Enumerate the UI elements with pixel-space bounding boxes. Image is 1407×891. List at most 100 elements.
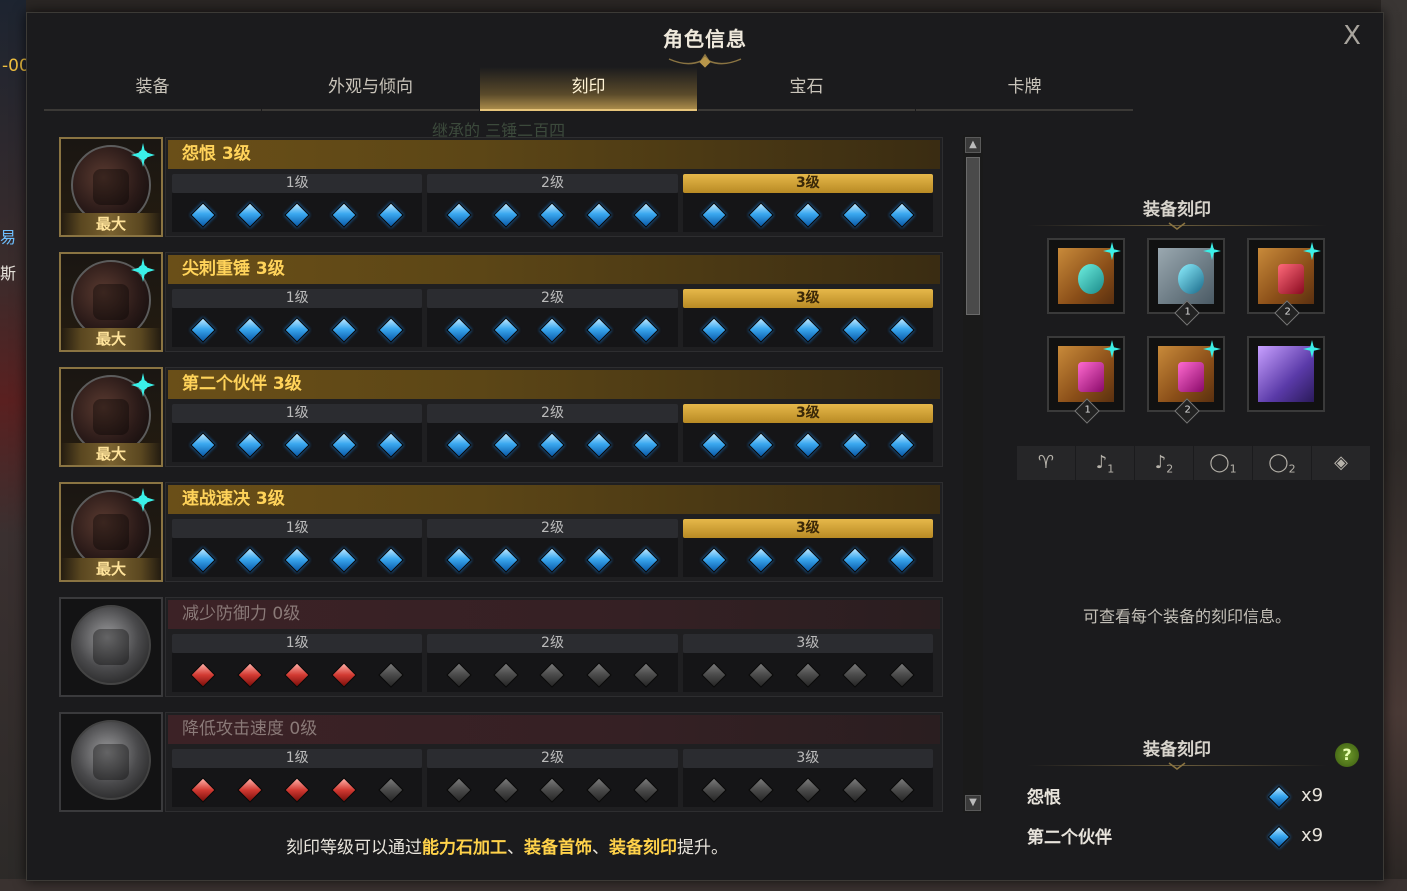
engraving-point-gem-icon — [841, 776, 868, 803]
scroll-up-arrow-icon[interactable]: ▲ — [965, 137, 981, 153]
tier-gems — [427, 423, 678, 462]
engraving-point-gem-icon — [284, 546, 310, 573]
engraving-bar: 尖刺重锤 3级 1级 2级 3级 — [165, 252, 943, 352]
tier-gems — [682, 768, 933, 807]
engraving-point-gem-icon — [841, 661, 868, 688]
close-button[interactable]: X — [1337, 21, 1367, 51]
equip-engraving-title: 装备刻印 — [1143, 200, 1211, 220]
link-equip-engraving[interactable]: 装备刻印 — [609, 838, 677, 858]
slot-tab-ring-icon[interactable]: ◯2 — [1253, 446, 1311, 480]
engraving-point-gem-icon — [190, 201, 217, 228]
engraving-spark-icon — [1303, 340, 1321, 358]
engraving-gem-icon — [1267, 825, 1291, 849]
engraving-row[interactable]: 降低攻击速度 0级 1级 2级 3级 — [57, 710, 949, 821]
engraving-row[interactable]: 减少防御力 0级 1级 2级 3级 — [57, 595, 949, 710]
engraving-tiers: 1级 2级 3级 — [172, 174, 938, 234]
equip-slot-ring-2[interactable]: 2 — [1147, 336, 1225, 424]
engraving-tiers: 1级 2级 3级 — [172, 289, 938, 349]
engraving-row[interactable]: 最大 怨恨 3级 1级 2级 3级 — [57, 135, 949, 250]
engraving-point-gem-icon — [378, 546, 404, 573]
engraving-point-gem-icon — [190, 546, 217, 573]
engraving-point-gem-icon — [795, 431, 821, 458]
engraving-point-gem-icon — [492, 316, 519, 343]
link-ability-stone[interactable]: 能力石加工 — [422, 838, 507, 858]
engraving-name: 减少防御力 0级 — [168, 600, 940, 629]
slot-tab-earring-icon[interactable]: ♪1 — [1076, 446, 1134, 480]
max-level-tag: 最大 — [61, 213, 161, 235]
tier-label: 1级 — [172, 749, 423, 768]
engraving-point-gem-icon — [446, 776, 472, 803]
engraving-point-gem-icon — [284, 316, 310, 343]
tier-label: 2级 — [427, 519, 678, 538]
engraving-row[interactable]: 最大 尖刺重锤 3级 1级 2级 3级 — [57, 250, 949, 365]
tab-cards[interactable]: 卡牌 — [916, 67, 1133, 111]
engraving-tier: 3级 — [682, 519, 933, 579]
engraving-list-scrollbar[interactable]: ▲ ▼ — [963, 135, 983, 813]
tier-label: 3级 — [682, 634, 933, 653]
engraving-point-gem-icon — [633, 776, 659, 803]
engraving-tier: 1级 — [172, 289, 423, 349]
scroll-thumb[interactable] — [966, 157, 980, 315]
equip-slot-ring-1[interactable]: 1 — [1047, 336, 1125, 424]
tier-label: 3级 — [682, 404, 933, 423]
engraving-row[interactable]: 最大 第二个伙伴 3级 1级 2级 3级 — [57, 365, 949, 480]
engraving-point-gem-icon — [888, 201, 915, 228]
engraving-icon-frame: 最大 — [59, 252, 163, 352]
slot-tab-stone-icon[interactable]: ◈ — [1312, 446, 1370, 480]
summary-count: x9 — [1301, 785, 1324, 806]
tier-gems — [682, 308, 933, 347]
footer-sep: 、 — [592, 838, 609, 858]
engraving-name: 降低攻击速度 0级 — [168, 715, 940, 744]
equip-slot-earring-2[interactable]: 2 — [1247, 238, 1325, 326]
engraving-point-gem-icon — [586, 661, 613, 688]
tier-gems — [682, 653, 933, 692]
background-scene-right — [1381, 0, 1407, 891]
engraving-point-gem-icon — [237, 661, 264, 688]
link-accessories[interactable]: 装备首饰 — [524, 838, 592, 858]
engraving-icon-frame: 最大 — [59, 137, 163, 237]
engraving-point-gem-icon — [888, 546, 915, 573]
tier-label: 1级 — [172, 404, 423, 423]
tier-gems — [172, 193, 423, 232]
engraving-point-gem-icon — [701, 316, 727, 343]
engraving-icon-frame: 最大 — [59, 367, 163, 467]
tab-appearance[interactable]: 外观与倾向 — [262, 67, 479, 111]
engraving-point-gem-icon — [331, 776, 357, 803]
engraving-point-gem-icon — [888, 776, 915, 803]
engraving-point-gem-icon — [378, 776, 404, 803]
tier-gems — [682, 193, 933, 232]
slot-tab-ring-icon[interactable]: ◯1 — [1194, 446, 1252, 480]
tier-gems — [427, 768, 678, 807]
engraving-spark-icon — [131, 143, 155, 167]
tab-engraving[interactable]: 刻印 — [480, 67, 697, 111]
tab-equipment[interactable]: 装备 — [44, 67, 261, 111]
engraving-row[interactable]: 最大 速战速决 3级 1级 2级 3级 — [57, 480, 949, 595]
engraving-point-gem-icon — [888, 316, 915, 343]
engraving-point-gem-icon — [748, 201, 774, 228]
help-icon[interactable]: ? — [1335, 743, 1359, 767]
equip-slot-earring-1[interactable]: 1 — [1147, 238, 1225, 326]
engraving-name: 第二个伙伴 3级 — [168, 370, 940, 399]
engraving-tier: 1级 — [172, 404, 423, 464]
equip-slot-necklace[interactable] — [1047, 238, 1125, 314]
slot-number-badge: 2 — [1174, 398, 1200, 424]
equipment-engraving-panel: 装备刻印 1 2 1 2 ♈ ♪1 ♪2 ◯1 ◯2 ◈ 可查看每个装备的刻印信… — [1007, 133, 1370, 868]
tab-gems[interactable]: 宝石 — [698, 67, 915, 111]
slot-tab-earring-icon[interactable]: ♪2 — [1135, 446, 1193, 480]
equip-slot-ability-stone[interactable] — [1247, 336, 1325, 412]
tier-label: 1级 — [172, 519, 423, 538]
engraving-name: 尖刺重锤 3级 — [168, 255, 940, 284]
engraving-point-gem-icon — [539, 431, 566, 458]
tier-label: 3级 — [682, 174, 933, 193]
scroll-down-arrow-icon[interactable]: ▼ — [965, 795, 981, 811]
tier-label: 3级 — [682, 289, 933, 308]
max-level-tag: 最大 — [61, 558, 161, 580]
title-bar[interactable]: 角色信息 X — [27, 13, 1383, 68]
tier-label: 2级 — [427, 634, 678, 653]
engraving-point-gem-icon — [539, 201, 566, 228]
slot-tab-necklace-icon[interactable]: ♈ — [1017, 446, 1075, 480]
engraving-point-gem-icon — [237, 316, 264, 343]
engraving-point-gem-icon — [492, 776, 519, 803]
engraving-point-gem-icon — [378, 201, 404, 228]
tier-gems — [172, 653, 423, 692]
